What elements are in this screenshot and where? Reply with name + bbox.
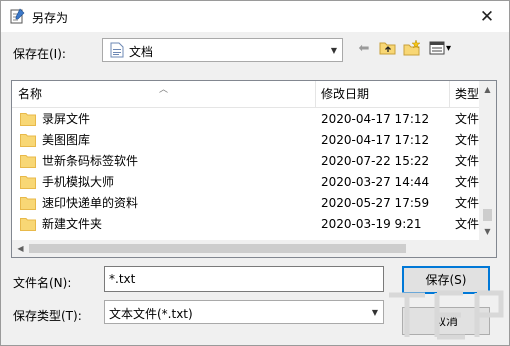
filetype-label: 保存类型(T): [13, 309, 82, 323]
folder-icon [20, 134, 36, 147]
view-menu-icon [429, 41, 445, 55]
list-item[interactable]: 手机模拟大师 2020-03-27 14:44 文件 [12, 172, 485, 193]
save-in-value: 文档 [129, 45, 154, 59]
documents-icon [110, 42, 124, 58]
chevron-down-icon: ▼ [330, 45, 338, 55]
new-folder-button[interactable] [401, 38, 423, 58]
item-name: 新建文件夹 [42, 217, 103, 231]
close-button[interactable]: ✕ [465, 1, 509, 32]
column-header-date[interactable]: 修改日期 [315, 81, 449, 108]
item-date: 2020-03-19 9:21 [321, 217, 422, 231]
scroll-up-arrow-icon[interactable]: ▲ [479, 81, 496, 98]
filetype-dropdown[interactable]: 文本文件(*.txt) ▼ [104, 300, 384, 324]
horizontal-scroll-thumb[interactable] [29, 244, 406, 253]
filename-input[interactable]: *.txt [104, 266, 384, 292]
item-date: 2020-04-17 17:12 [321, 112, 430, 126]
save-in-dropdown[interactable]: 文档 ▼ [102, 38, 343, 62]
list-item[interactable]: 新建文件夹 2020-03-19 9:21 文件 [12, 214, 485, 235]
item-name: 美图图库 [42, 133, 91, 147]
list-item[interactable]: 美图图库 2020-04-17 17:12 文件 [12, 130, 485, 151]
item-date: 2020-07-22 15:22 [321, 154, 430, 168]
item-date: 2020-03-27 14:44 [321, 175, 430, 189]
save-as-dialog: 另存为 ✕ 保存在(I): 文档 ▼ ⬅ ▾ 名称 ︿ 修改日期 类型 录屏文件… [0, 0, 510, 346]
file-list[interactable]: 名称 ︿ 修改日期 类型 录屏文件 2020-04-17 17:12 文件 美图图库 2… [11, 80, 497, 258]
sort-ascending-icon: ︿ [159, 85, 169, 95]
list-item[interactable]: 世新条码标签软件 2020-07-22 15:22 文件 [12, 151, 485, 172]
folder-icon [20, 155, 36, 168]
list-header: 名称 ︿ 修改日期 类型 [12, 81, 485, 108]
item-name: 录屏文件 [42, 112, 91, 126]
new-folder-icon [403, 40, 421, 56]
view-menu-button[interactable]: ▾ [425, 38, 455, 58]
item-date: 2020-04-17 17:12 [321, 133, 430, 147]
vertical-scroll-thumb[interactable] [483, 209, 492, 221]
up-folder-icon [379, 42, 396, 55]
folder-icon [20, 218, 36, 231]
filename-label: 文件名(N): [13, 276, 72, 290]
back-button[interactable]: ⬅ [355, 38, 373, 58]
item-date: 2020-05-27 17:59 [321, 196, 430, 210]
chevron-down-icon: ▾ [445, 42, 452, 54]
item-name: 世新条码标签软件 [42, 154, 139, 168]
folder-icon [20, 113, 36, 126]
list-item[interactable]: 录屏文件 2020-04-17 17:12 文件 [12, 109, 485, 130]
notepad-icon [10, 8, 25, 24]
scrollbar-corner [479, 240, 496, 257]
item-name: 手机模拟大师 [42, 175, 115, 189]
filetype-value: 文本文件(*.txt) [109, 307, 193, 321]
scroll-down-arrow-icon[interactable]: ▼ [479, 223, 496, 240]
vertical-scrollbar[interactable]: ▲ ▼ [479, 81, 496, 240]
folder-icon [20, 197, 36, 210]
watermark-logo [389, 290, 504, 340]
scroll-left-arrow-icon[interactable]: ◀ [12, 240, 29, 257]
window-title: 另存为 [32, 11, 69, 25]
horizontal-scrollbar[interactable]: ◀ ▶ [12, 240, 496, 257]
item-name: 速印快递单的资料 [42, 196, 139, 210]
folder-icon [20, 176, 36, 189]
back-icon: ⬅ [358, 40, 370, 56]
up-folder-button[interactable] [377, 38, 399, 58]
close-icon: ✕ [479, 6, 495, 27]
save-in-label: 保存在(I): [13, 47, 66, 61]
title-bar: 另存为 ✕ [1, 1, 509, 32]
list-item[interactable]: 速印快递单的资料 2020-05-27 17:59 文件 [12, 193, 485, 214]
